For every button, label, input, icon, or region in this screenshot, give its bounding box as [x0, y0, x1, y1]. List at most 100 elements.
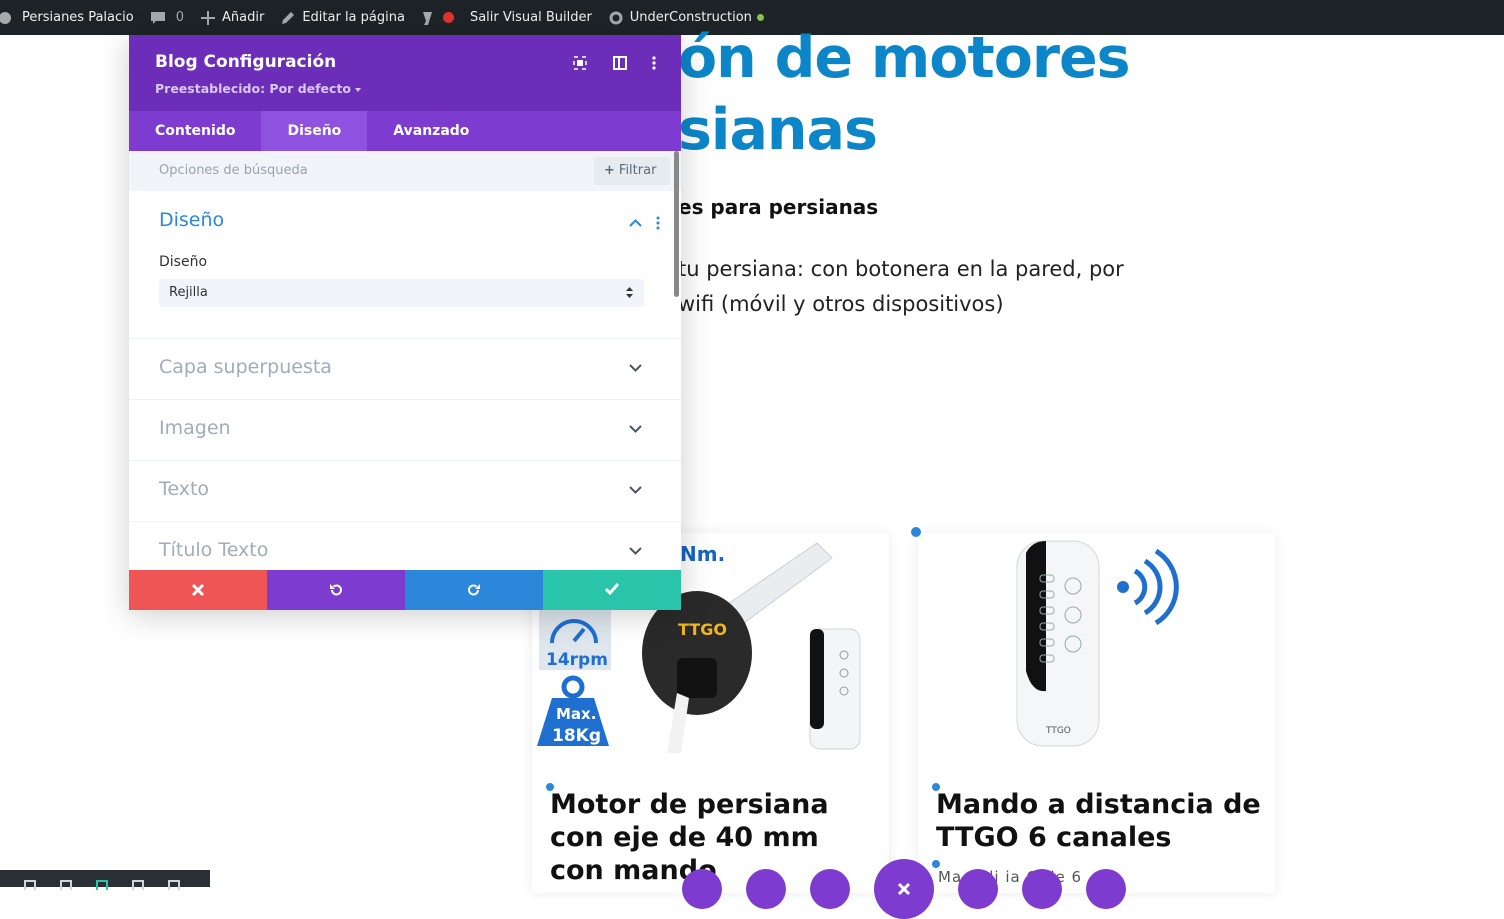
module-edit-icon[interactable]: [909, 525, 923, 539]
remote-brand: TTGO: [1045, 726, 1071, 736]
status-dot: [756, 14, 764, 21]
filter-button[interactable]: + Filtrar: [594, 157, 670, 185]
remote-product-image: TTGO: [1016, 540, 1179, 747]
more-options-icon[interactable]: [647, 56, 661, 70]
field-label: Diseño: [159, 254, 208, 270]
module-edit-icon[interactable]: [544, 781, 556, 793]
modal-tabs: Contenido Diseño Avanzado: [129, 111, 681, 151]
desktop-view-icon[interactable]: [96, 880, 108, 890]
save-button[interactable]: [543, 570, 681, 610]
hero-line-2: sianas: [678, 97, 878, 163]
preset-selector[interactable]: Preestablecido: Por defecto: [155, 81, 362, 96]
pencil-icon: [282, 11, 295, 24]
fullscreen-icon[interactable]: [573, 56, 587, 70]
paragraph-line-2: wifi (móvil y otros dispositivos): [678, 292, 1004, 316]
badge-rpm: 14rpm: [546, 650, 608, 670]
modal-title: Blog Configuración: [155, 52, 337, 72]
exit-builder-label: Salir Visual Builder: [469, 10, 592, 25]
site-icon: [0, 11, 11, 24]
filter-label: Filtrar: [618, 163, 657, 178]
select-arrows-icon: [626, 287, 633, 298]
add-new-label: Añadir: [222, 10, 265, 25]
badge-kg: 18Kg: [552, 726, 601, 746]
chevron-down-icon: [629, 364, 642, 372]
phone-view-icon[interactable]: [168, 880, 180, 890]
chevron-down-icon: [629, 425, 642, 433]
edit-page-label: Editar la página: [302, 10, 405, 25]
section-title: Título Texto: [159, 539, 269, 561]
paragraph-line-1: tu persiana: con botonera en la pared, p…: [678, 257, 1124, 281]
tab-avanzado[interactable]: Avanzado: [367, 111, 495, 151]
blog-settings-modal: Blog Configuración Preestablecido: Por d…: [129, 35, 681, 610]
split-view-icon[interactable]: [613, 56, 627, 70]
page-subheading: es para persianas: [678, 195, 879, 219]
section-title[interactable]: Diseño: [159, 209, 224, 231]
undo-icon: [330, 584, 342, 596]
plus-icon: [201, 10, 216, 25]
modal-body: Diseño Diseño Rejilla Capa superpuesta I…: [129, 191, 681, 570]
history-button[interactable]: [1022, 869, 1062, 909]
options-search: Opciones de búsqueda + Filtrar: [129, 151, 681, 191]
comments-menu[interactable]: 0: [142, 0, 192, 35]
seo-status-dot: [442, 12, 454, 23]
section-title: Imagen: [159, 417, 231, 439]
search-input[interactable]: Opciones de búsqueda: [159, 163, 308, 178]
section-titulo-texto[interactable]: Título Texto: [129, 521, 681, 570]
close-icon: [897, 882, 911, 896]
gear-button[interactable]: [958, 869, 998, 909]
builder-bottom-bar: [0, 870, 210, 890]
badge-nm: Nm.: [680, 542, 725, 566]
undo-button[interactable]: [267, 570, 405, 610]
select-value: Rejilla: [169, 285, 208, 300]
blog-card-remote[interactable]: TTGO Mando a distancia de TTGO 6 canales…: [918, 533, 1275, 893]
tab-diseno[interactable]: Diseño: [261, 111, 368, 151]
portability-button[interactable]: [1086, 869, 1126, 909]
section-title: Capa superpuesta: [159, 356, 332, 378]
exit-visual-builder[interactable]: Salir Visual Builder: [462, 0, 600, 35]
site-menu[interactable]: Persianes Palacio: [0, 0, 142, 35]
add-module-button[interactable]: [682, 869, 722, 909]
module-edit-icon[interactable]: [930, 781, 942, 793]
plus-icon: +: [604, 163, 615, 178]
page-hero-title: ón de motores sianas: [678, 22, 1131, 166]
add-new-menu[interactable]: Añadir: [192, 0, 272, 35]
comment-icon: [150, 11, 165, 24]
cancel-button[interactable]: [129, 570, 267, 610]
module-edit-icon[interactable]: [930, 858, 942, 870]
yoast-icon: [422, 11, 432, 25]
badge-max: Max.: [556, 705, 596, 723]
close-actions-button[interactable]: [874, 859, 934, 919]
check-icon: [605, 583, 619, 595]
chevron-down-icon: [629, 486, 642, 494]
redo-button[interactable]: [405, 570, 543, 610]
site-name: Persianes Palacio: [22, 10, 134, 25]
motor-brand: TTGO: [678, 620, 727, 639]
chevron-down-icon: [629, 547, 642, 555]
card-title[interactable]: Mando a distancia de TTGO 6 canales: [936, 788, 1266, 854]
section-capa-superpuesta[interactable]: Capa superpuesta: [129, 338, 681, 399]
edit-page-menu[interactable]: Editar la página: [272, 0, 413, 35]
chevron-up-icon[interactable]: [629, 219, 642, 227]
section-title: Texto: [159, 478, 210, 500]
modal-header: Blog Configuración Preestablecido: Por d…: [129, 35, 681, 111]
preset-label: Preestablecido: Por defecto: [155, 81, 352, 96]
redo-icon: [468, 584, 480, 596]
comments-count: 0: [175, 10, 185, 25]
modal-footer: [129, 570, 681, 610]
settings-icon[interactable]: [24, 880, 36, 890]
scrollbar[interactable]: [674, 151, 679, 297]
yoast-menu[interactable]: [413, 0, 462, 35]
hero-line-1: ón de motores: [678, 25, 1131, 91]
section-imagen[interactable]: Imagen: [129, 399, 681, 460]
tablet-view-icon[interactable]: [132, 880, 144, 890]
layout-select[interactable]: Rejilla: [159, 279, 644, 307]
caret-down-icon: [355, 87, 362, 92]
page-paragraph: tu persiana: con botonera en la pared, p…: [678, 252, 1138, 322]
zoom-icon[interactable]: [60, 880, 72, 890]
section-menu-icon[interactable]: [656, 216, 660, 230]
tab-contenido[interactable]: Contenido: [129, 111, 261, 151]
section-texto[interactable]: Texto: [129, 460, 681, 521]
gear-icon: [609, 11, 623, 24]
delete-module-button[interactable]: [810, 869, 850, 909]
module-settings-button[interactable]: [746, 869, 786, 909]
